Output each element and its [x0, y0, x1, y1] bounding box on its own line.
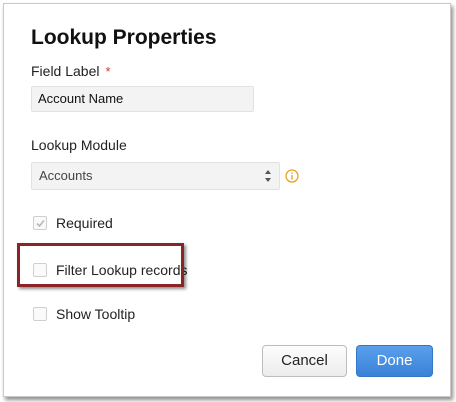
required-marker: * [105, 64, 111, 79]
required-label: Required [56, 215, 113, 231]
field-label-text: Field Label [31, 63, 100, 79]
dialog-title: Lookup Properties [31, 26, 217, 49]
field-label-heading: Field Label * [31, 63, 111, 79]
required-checkbox[interactable] [33, 216, 47, 230]
show-tooltip-checkbox[interactable] [33, 307, 47, 321]
select-arrows-icon [265, 170, 271, 182]
done-button[interactable]: Done [356, 345, 433, 377]
lookup-module-value: Accounts [39, 168, 93, 183]
highlight-annotation-box [17, 243, 184, 287]
info-circle-icon[interactable] [285, 169, 299, 183]
lookup-module-heading: Lookup Module [31, 137, 127, 153]
show-tooltip-label: Show Tooltip [56, 306, 136, 322]
cancel-button[interactable]: Cancel [262, 345, 347, 377]
lookup-properties-dialog: Lookup Properties Field Label * Account N… [3, 3, 451, 397]
field-label-input[interactable]: Account Name [31, 86, 254, 112]
checkmark-icon [36, 219, 45, 228]
lookup-module-select[interactable]: Accounts [31, 162, 280, 190]
